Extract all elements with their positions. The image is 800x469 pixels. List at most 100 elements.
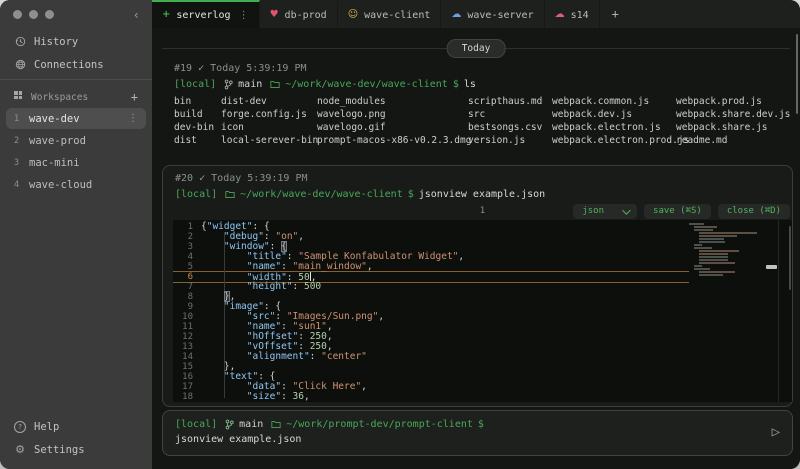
help-label: Help [34,421,59,433]
command-number: #19 [174,63,192,74]
command-number: #20 [175,173,193,184]
sidebar-bottom: ? Help ⚙ Settings [0,415,152,461]
sidebar-item-help[interactable]: ? Help [0,415,152,438]
code-token: : [281,261,292,272]
editor-toolbar: 1 json save (⌘S) close (⌘D) [173,204,792,220]
sidebar-item-history[interactable]: History [0,30,152,53]
tab-label: db-prod [285,10,327,21]
code-line[interactable]: "name": "main_window", [201,262,688,272]
help-icon: ? [14,421,26,433]
collapse-sidebar-icon[interactable]: ‹ [133,7,140,23]
workspace-item-wave-prod[interactable]: 2wave-prod [6,130,146,151]
minimap-mark [694,265,702,267]
code-token: , [304,391,310,402]
sidebar-item-settings[interactable]: ⚙ Settings [0,438,152,461]
workspace-item-wave-cloud[interactable]: 4wave-cloud [6,174,146,195]
code-token: , [378,311,384,322]
minimap-mark [694,229,713,231]
editor-minimap[interactable] [689,223,778,402]
plus-icon: + [162,10,170,20]
folder-icon [225,190,235,199]
add-workspace-button[interactable]: + [131,90,138,104]
close-button[interactable]: close (⌘D) [718,204,790,219]
connections-icon [14,59,26,70]
tab-serverlog[interactable]: +serverlog⋮ [152,0,260,28]
code-token: 500 [304,281,321,292]
prompt-dollar: $ [453,78,459,91]
tab-db-prod[interactable]: ♥db-prod [260,0,338,28]
code-line[interactable]: "alignment": "center" [201,352,688,362]
file-name: build [174,108,221,121]
code-token: 36 [293,391,304,402]
main-scrollbar[interactable] [796,34,798,114]
new-tab-button[interactable]: + [600,0,631,28]
branch-name: main [238,78,262,91]
folder-icon [271,420,281,429]
file-name: webpack.electron.js [552,121,676,134]
code-token: , [298,231,304,242]
tab-wave-server[interactable]: ☁wave-server [441,0,544,28]
cwd-path: ~/work/wave-dev/wave-client [240,188,403,201]
git-branch-icon [225,419,234,430]
file-name: node_modules [317,95,468,108]
code-token: "size" [247,391,281,402]
minimap-slider[interactable] [766,265,777,269]
check-icon: ✓ [199,173,205,184]
code-line[interactable]: "size": 36, [201,392,688,402]
code-token: : [281,391,292,402]
file-name: prompt-macos-x86-v0.2.3.dmg [317,134,468,147]
today-pill[interactable]: Today [447,39,506,58]
history-icon [14,36,26,47]
line-number: 8 [173,292,193,302]
file-name: wavelogo.gif [317,121,468,134]
line-number: 4 [173,252,193,262]
command-block-19: #19 ✓ Today 5:39:19 PM [local] main ~/wo… [174,62,784,147]
minimap-mark [694,247,712,249]
close-light[interactable] [13,10,22,19]
code-token: "alignment" [247,351,310,362]
minimap-mark [699,232,757,234]
file-name: wavelogo.png [317,108,468,121]
workspaces-grid-icon [14,91,23,103]
workspaces-header: Workspaces + [0,87,152,107]
line-number: 2 [173,232,193,242]
tab-kebab-icon[interactable]: ⋮ [239,10,249,21]
command-input-box[interactable]: [local] main ~/work/prompt-dev/prompt-cl… [162,410,793,456]
prompt-line: [local] main ~/work/wave-dev/wave-client… [174,78,784,91]
line-number: 1 [173,222,193,232]
minimap-mark [699,250,739,252]
workspace-item-wave-dev[interactable]: 1wave-dev⋮ [6,108,146,129]
minimap-mark [689,223,704,225]
file-name: webpack.dev.js [552,108,676,121]
tab-s14[interactable]: ☁s14 [545,0,600,28]
cwd-path: ~/work/wave-dev/wave-client [285,78,448,91]
tab-wave-client[interactable]: ☺wave-client [338,0,442,28]
command-input-text[interactable]: jsonview example.json [175,433,780,446]
zoom-light[interactable] [45,10,54,19]
branch-name: main [239,418,263,431]
minimap-divider [778,220,779,402]
code-line[interactable]: "height": 500 [201,282,688,292]
minimap-mark [699,241,725,243]
command-block-20: #20 ✓ Today 5:39:19 PM [local] ~/work/wa… [162,165,793,407]
kebab-menu-icon[interactable]: ⋮ [128,113,138,124]
file-name: webpack.electron.prod.js [552,134,676,147]
workspace-item-mac-mini[interactable]: 3mac-mini [6,152,146,173]
cwd-path: ~/work/prompt-dev/prompt-client [286,418,473,431]
editor-body[interactable]: 123456789101112131415161718 {"widget": {… [173,220,792,402]
file-name: icon [221,121,317,134]
mode-select[interactable]: json [573,204,637,219]
git-branch-icon [224,79,233,90]
editor-scrollbar[interactable] [789,226,791,290]
send-icon[interactable]: ▷ [772,425,780,439]
code-token: : [310,351,321,362]
sidebar: ‹ History Connections Workspaces + 1wave… [0,0,152,469]
line-number: 5 [173,262,193,272]
command-text: jsonview example.json [419,188,545,201]
file-name: readme.md [676,134,790,147]
minimize-light[interactable] [29,10,38,19]
sidebar-item-connections[interactable]: Connections [0,53,152,76]
minimap-mark [699,262,735,264]
command-text: ls [464,78,476,91]
save-button[interactable]: save (⌘S) [644,204,711,219]
